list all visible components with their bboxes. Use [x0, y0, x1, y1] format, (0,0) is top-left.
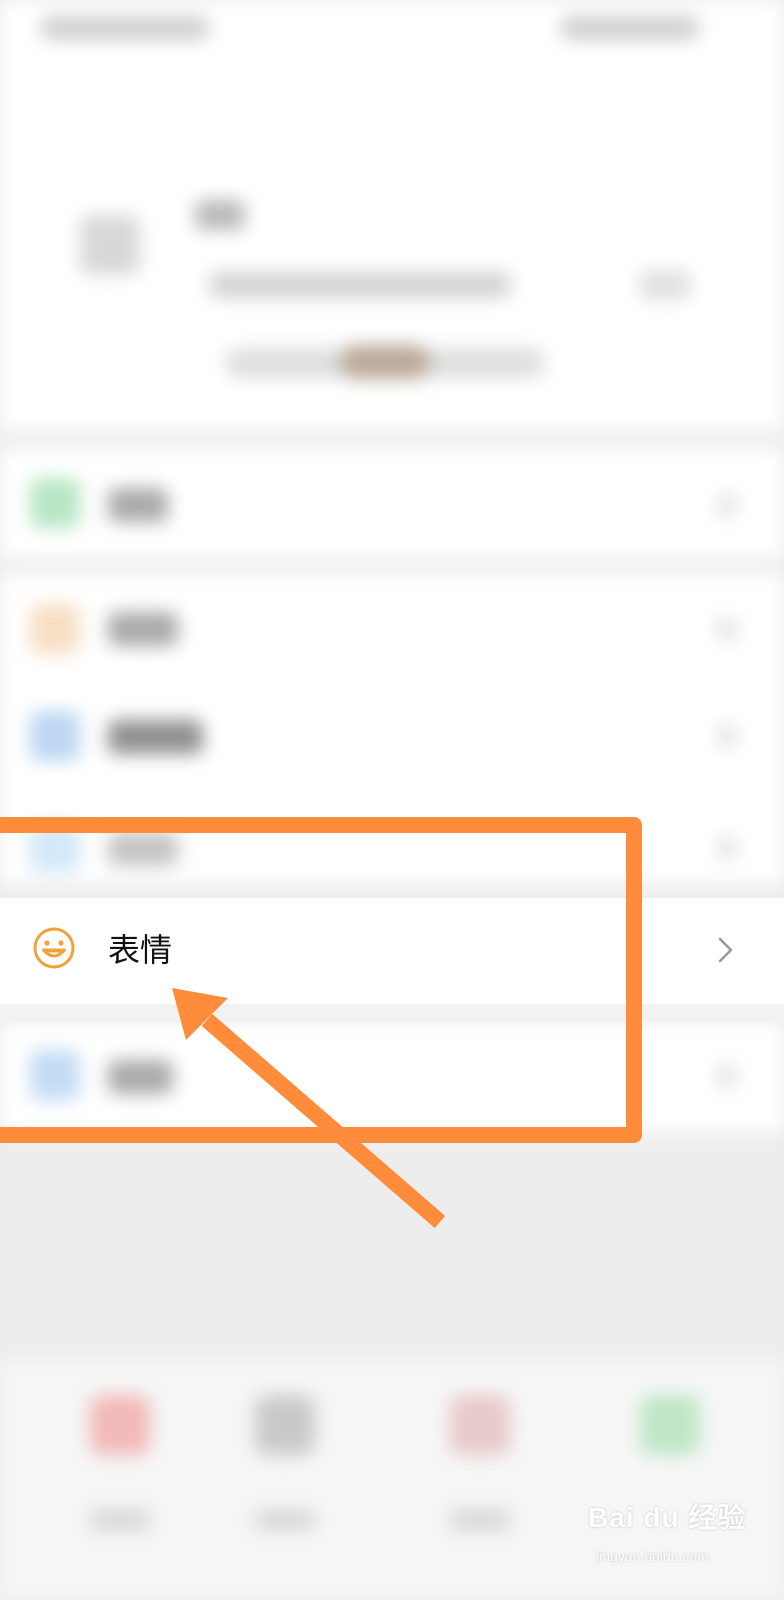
chevron-right-icon [718, 617, 736, 641]
list-item-icon [30, 604, 80, 654]
tab-icon [450, 1395, 510, 1455]
status-bar-left [40, 16, 210, 40]
profile-name [195, 200, 245, 230]
tab-label [450, 1510, 510, 1530]
list-item-icon [30, 478, 80, 528]
chevron-right-icon [718, 836, 736, 860]
baidu-jingyan-watermark: Bai du 经验 jingyan.baidu.com [584, 1480, 774, 1590]
list-item-icon [30, 711, 80, 761]
tab-icon [640, 1395, 700, 1455]
watermark-site: jingyan.baidu.com [596, 1548, 709, 1564]
tab-icon [90, 1395, 150, 1455]
tab-label [255, 1510, 315, 1530]
profile-status-avatar [340, 345, 430, 379]
tab-label [90, 1510, 150, 1530]
chevron-right-icon [718, 724, 736, 748]
chevron-right-icon [718, 493, 736, 517]
chevron-right-icon [718, 937, 733, 963]
status-bar-right [560, 16, 700, 40]
qr-code-icon [640, 270, 690, 300]
profile-id [210, 272, 510, 298]
highlight-box [0, 817, 642, 1143]
list-item-label [108, 488, 168, 522]
list-item-label [108, 612, 178, 646]
tab-icon [255, 1395, 315, 1455]
watermark-brand: Bai du 经验 [588, 1502, 747, 1533]
chevron-right-icon [718, 1064, 736, 1088]
avatar [80, 215, 140, 275]
list-item-label [108, 720, 203, 754]
screen: 表情 Bai du 经验 jingyan.baidu.com [0, 0, 784, 1600]
